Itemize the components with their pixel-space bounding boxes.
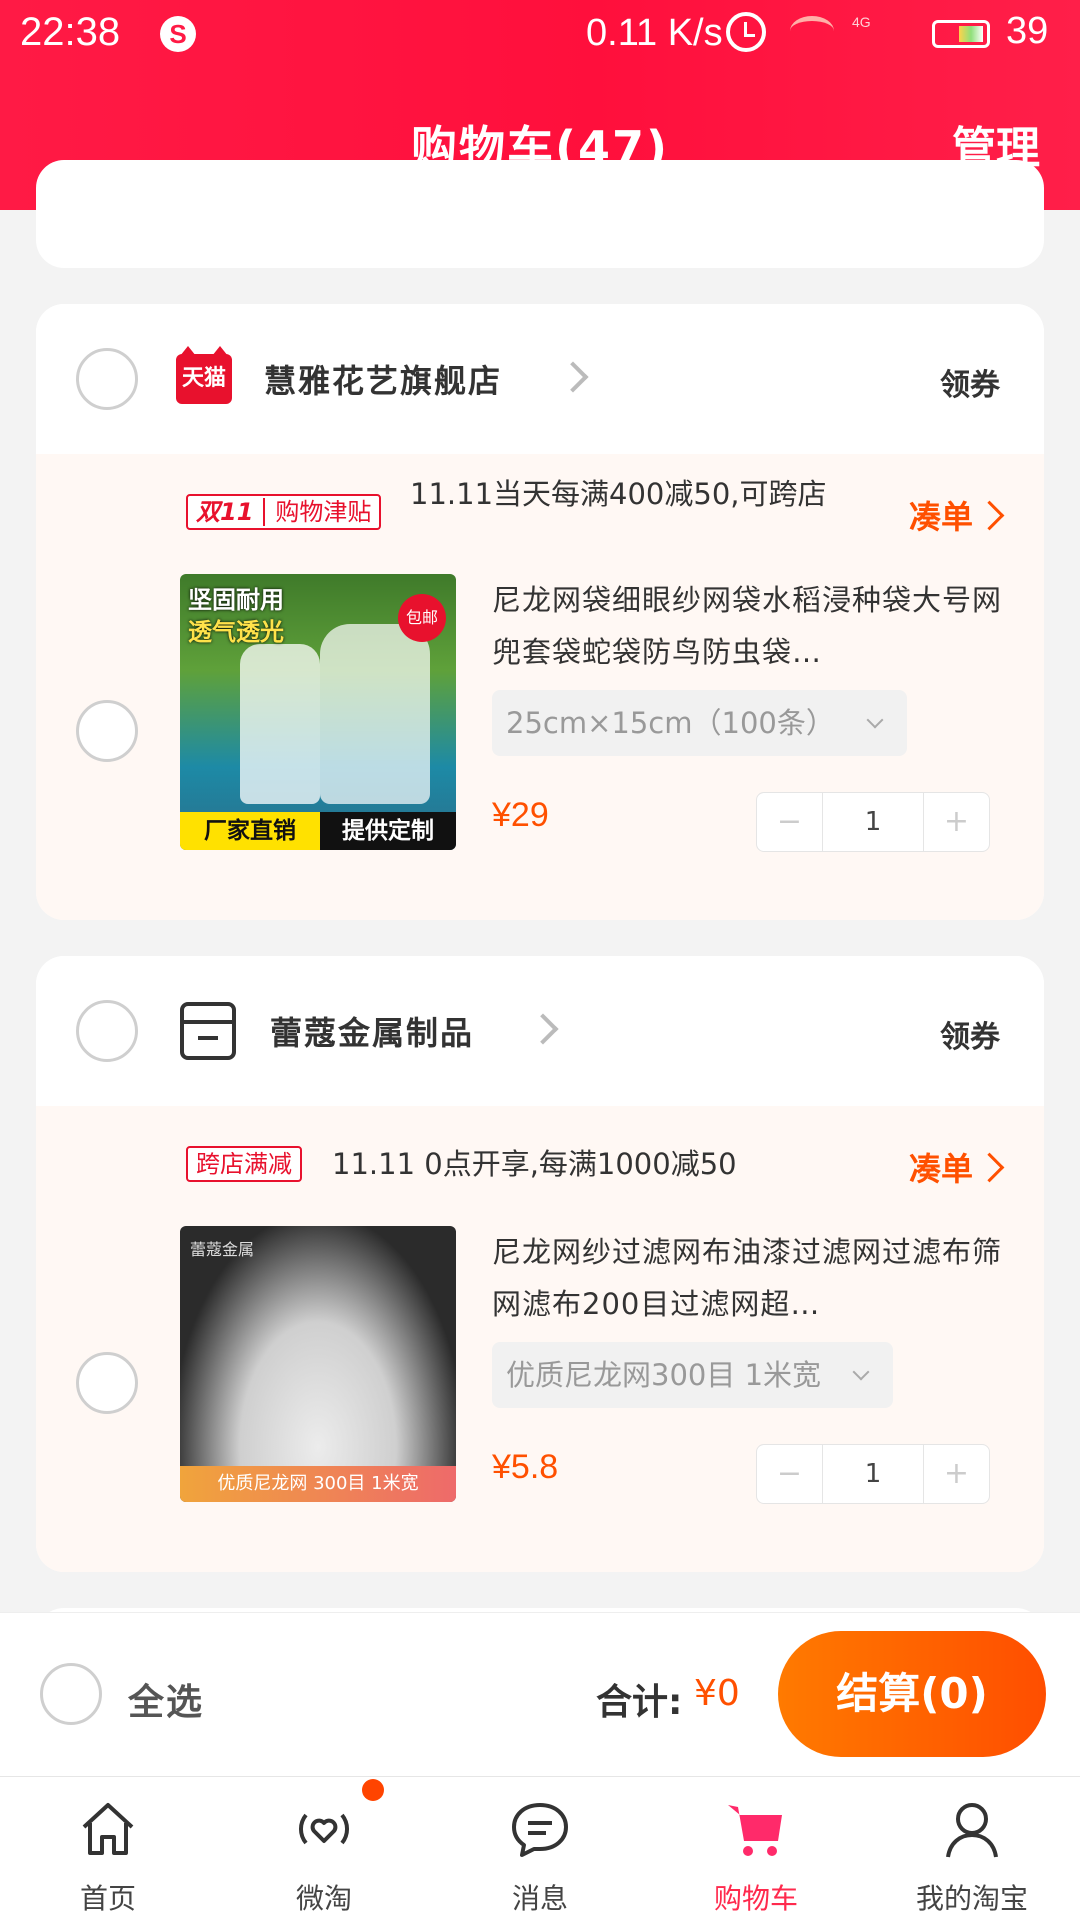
cart-icon bbox=[728, 1805, 782, 1856]
quantity-stepper: − 1 + bbox=[756, 792, 990, 852]
shop-card: 蕾蔻金属制品 领券 跨店满减 11.11 0点开享,每满1000减50 凑单 蕾… bbox=[36, 956, 1044, 1572]
product-title[interactable]: 尼龙网纱过滤网布油漆过滤网过滤布筛网滤布200目过滤网超… bbox=[492, 1226, 1002, 1330]
promo-row: 双11 购物津贴 11.11当天每满400减50,可跨店 凑单 bbox=[36, 454, 1044, 564]
shop-header: 蕾蔻金属制品 领券 bbox=[36, 956, 1044, 1106]
tab-home[interactable]: 首页 bbox=[0, 1777, 216, 1920]
tab-messages[interactable]: 消息 bbox=[432, 1777, 648, 1920]
select-all-radio[interactable] bbox=[40, 1663, 102, 1725]
tab-label: 消息 bbox=[511, 1882, 568, 1915]
tab-cart[interactable]: 购物车 bbox=[648, 1777, 864, 1920]
promo-area: 跨店满减 11.11 0点开享,每满1000减50 凑单 蕾蔻金属 优质尼龙网 … bbox=[36, 1106, 1044, 1572]
quantity-value[interactable]: 1 bbox=[823, 793, 923, 851]
shop-header: 天猫 慧雅花艺旗舰店 领券 bbox=[36, 304, 1044, 454]
increase-button[interactable]: + bbox=[923, 1445, 989, 1503]
status-bar: 22:38 S 0.11 K/s 4G 39 bbox=[0, 0, 1080, 70]
signal-icon: 4G bbox=[852, 14, 871, 30]
battery-icon bbox=[932, 20, 990, 48]
bottom-tab-bar: 首页 微淘 消息 购物车 我的淘宝 bbox=[0, 1776, 1080, 1920]
tab-my-taobao[interactable]: 我的淘宝 bbox=[864, 1777, 1080, 1920]
chevron-right-icon[interactable] bbox=[527, 1013, 559, 1045]
tab-label: 微淘 bbox=[295, 1882, 352, 1915]
promo-row: 跨店满减 11.11 0点开享,每满1000减50 凑单 bbox=[36, 1106, 1044, 1216]
decrease-button[interactable]: − bbox=[757, 1445, 823, 1503]
tab-label: 首页 bbox=[79, 1882, 136, 1915]
product-price: ¥29 bbox=[492, 796, 549, 834]
increase-button[interactable]: + bbox=[923, 793, 989, 851]
add-on-button[interactable]: 凑单 bbox=[909, 492, 1000, 538]
quantity-value[interactable]: 1 bbox=[823, 1445, 923, 1503]
alarm-icon bbox=[726, 12, 766, 52]
tab-weitao[interactable]: 微淘 bbox=[216, 1777, 432, 1920]
decrease-button[interactable]: − bbox=[757, 793, 823, 851]
checkout-bar: 全选 合计: ¥0 结算(0) bbox=[0, 1612, 1080, 1776]
shop-select-radio[interactable] bbox=[76, 348, 138, 410]
shop-select-radio[interactable] bbox=[76, 1000, 138, 1062]
product-title[interactable]: 尼龙网袋细眼纱网袋水稻浸种袋大号网兜套袋蛇袋防鸟防虫袋… bbox=[492, 574, 1002, 678]
promo-tag: 跨店满减 bbox=[186, 1146, 302, 1182]
coupon-button[interactable]: 领券 bbox=[940, 360, 1000, 404]
home-icon bbox=[82, 1803, 134, 1855]
product-thumbnail[interactable]: 蕾蔻金属 优质尼龙网 300目 1米宽 bbox=[180, 1226, 456, 1502]
add-on-button[interactable]: 凑单 bbox=[909, 1144, 1000, 1190]
total-label: 合计: bbox=[596, 1682, 683, 1723]
tab-label: 购物车 bbox=[713, 1882, 798, 1915]
previous-shop-card bbox=[36, 160, 1044, 268]
battery-level: 39 bbox=[1006, 10, 1049, 52]
promo-text: 11.11当天每满400减50,可跨店 bbox=[410, 477, 827, 511]
sku-dropdown[interactable]: 优质尼龙网300目 1米宽 bbox=[492, 1342, 894, 1408]
message-icon bbox=[512, 1803, 568, 1857]
quantity-stepper: − 1 + bbox=[756, 1444, 990, 1504]
promo-tag: 双11 购物津贴 bbox=[186, 494, 382, 530]
item-select-radio[interactable] bbox=[76, 700, 138, 762]
tab-label: 我的淘宝 bbox=[915, 1882, 1028, 1915]
shop-card: 天猫 慧雅花艺旗舰店 领券 双11 购物津贴 11.11当天每满400减50,可跨… bbox=[36, 304, 1044, 920]
sku-dropdown[interactable]: 25cm×15cm（100条） bbox=[492, 690, 907, 756]
shop-name[interactable]: 蕾蔻金属制品 bbox=[270, 1008, 474, 1054]
cart-item: 坚固耐用 透气透光 包邮 厂家直销 提供定制 尼龙网袋细眼纱网袋水稻浸种袋大号网… bbox=[36, 574, 1044, 874]
store-icon bbox=[180, 1002, 236, 1060]
shop-name[interactable]: 慧雅花艺旗舰店 bbox=[264, 356, 502, 402]
app-notification-icon: S bbox=[160, 16, 196, 52]
promo-text: 11.11 0点开享,每满1000减50 bbox=[332, 1147, 737, 1181]
promo-area: 双11 购物津贴 11.11当天每满400减50,可跨店 凑单 坚固耐用 透气透光… bbox=[36, 454, 1044, 920]
weitao-icon bbox=[298, 1813, 350, 1845]
product-thumbnail[interactable]: 坚固耐用 透气透光 包邮 厂家直销 提供定制 bbox=[180, 574, 456, 850]
tmall-icon: 天猫 bbox=[176, 346, 232, 404]
select-all-label[interactable]: 全选 bbox=[128, 1673, 204, 1725]
notification-dot bbox=[362, 1779, 384, 1801]
product-price: ¥5.8 bbox=[492, 1448, 559, 1486]
item-select-radio[interactable] bbox=[76, 1352, 138, 1414]
status-time: 22:38 bbox=[20, 10, 121, 54]
checkout-button[interactable]: 结算(0) bbox=[778, 1631, 1046, 1757]
coupon-button[interactable]: 领券 bbox=[940, 1012, 1000, 1056]
chevron-right-icon[interactable] bbox=[557, 361, 589, 393]
cart-item: 蕾蔻金属 优质尼龙网 300目 1米宽 尼龙网纱过滤网布油漆过滤网过滤布筛网滤布… bbox=[36, 1226, 1044, 1526]
total-value: ¥0 bbox=[694, 1673, 740, 1714]
profile-icon bbox=[946, 1803, 998, 1858]
network-speed: 0.11 K/s bbox=[586, 12, 723, 54]
wifi-icon bbox=[790, 16, 834, 46]
